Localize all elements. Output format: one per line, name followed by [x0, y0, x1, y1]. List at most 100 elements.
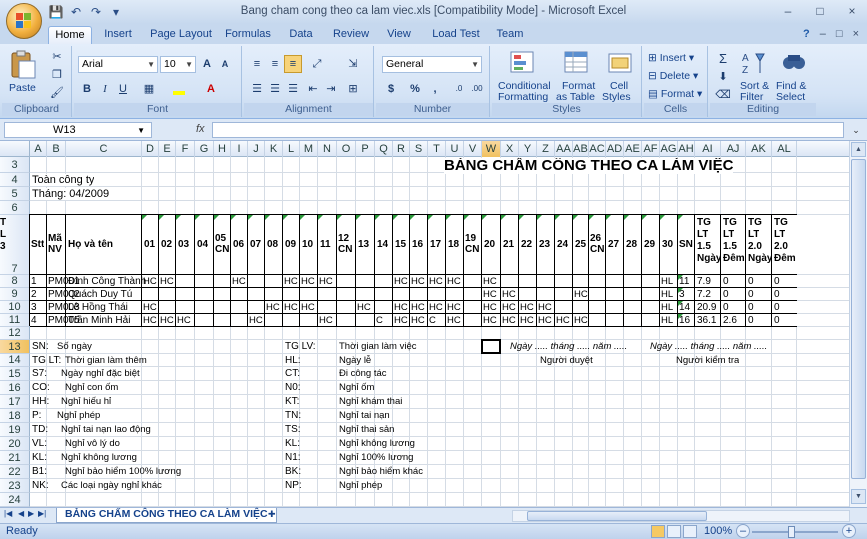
row-header-18[interactable]: 18	[0, 409, 30, 423]
percent-button[interactable]: %	[406, 80, 424, 98]
align-top-icon[interactable]: ≡	[248, 55, 266, 73]
number-format-combo[interactable]: General ▼	[382, 56, 482, 73]
column-header-n[interactable]: N	[318, 141, 337, 157]
paste-button[interactable]: Paste	[9, 82, 36, 94]
row-header-22[interactable]: 22	[0, 465, 30, 479]
row-header-15[interactable]: 15	[0, 367, 30, 381]
worksheet-grid[interactable]: A B C D E F G H I J K L M N O P Q R S T U V W X Y Z AA AB AC AD AE AF AG…	[0, 141, 867, 507]
column-header-ab[interactable]: AB	[573, 141, 589, 157]
vertical-scrollbar[interactable]: ▲ ▼	[849, 141, 867, 507]
column-header-ac[interactable]: AC	[589, 141, 606, 157]
active-cell[interactable]	[481, 339, 501, 354]
column-header-al[interactable]: AL	[772, 141, 797, 157]
column-header-ae[interactable]: AE	[624, 141, 642, 157]
wrap-text-icon[interactable]: ⇲	[344, 55, 362, 73]
borders-icon[interactable]: ▦	[140, 80, 158, 98]
page-layout-view-button[interactable]	[667, 525, 681, 538]
column-header-l[interactable]: L	[283, 141, 300, 157]
tab-home[interactable]: Home	[48, 26, 92, 44]
fill-color-icon[interactable]	[170, 80, 188, 98]
next-sheet-icon[interactable]: ▶	[28, 509, 34, 518]
zoom-slider-thumb[interactable]	[788, 526, 795, 538]
row-header-20[interactable]: 20	[0, 437, 30, 451]
column-header-ag[interactable]: AG	[660, 141, 678, 157]
column-header-g[interactable]: G	[195, 141, 214, 157]
align-right-icon[interactable]: ☰	[284, 80, 302, 98]
shrink-font-button[interactable]: A	[216, 55, 234, 73]
sheet-tab-active[interactable]: BẢNG CHẤM CÔNG THEO CA LÀM VIỆC	[56, 508, 277, 523]
row-header-3[interactable]: 3	[0, 157, 30, 173]
horizontal-scrollbar[interactable]	[512, 510, 850, 522]
column-header-f[interactable]: F	[176, 141, 195, 157]
tab-load-test[interactable]: Load Test	[428, 26, 484, 44]
autosum-button[interactable]: Σ	[714, 50, 732, 68]
row-header-8[interactable]: 8	[0, 275, 30, 288]
column-header-y[interactable]: Y	[519, 141, 537, 157]
office-button[interactable]	[6, 3, 42, 39]
tab-data[interactable]: Data	[284, 26, 318, 44]
column-header-q[interactable]: Q	[375, 141, 393, 157]
column-header-b[interactable]: B	[47, 141, 66, 157]
row-header-6[interactable]: 6	[0, 201, 30, 215]
zoom-level[interactable]: 100%	[704, 525, 732, 537]
fill-icon[interactable]: ⬇	[714, 68, 732, 86]
tab-page-layout[interactable]: Page Layout	[150, 26, 212, 44]
ribbon-minimize-button[interactable]: –	[820, 28, 826, 40]
tab-insert[interactable]: Insert	[98, 26, 138, 44]
column-header-m[interactable]: M	[300, 141, 318, 157]
column-header-ai[interactable]: AI	[695, 141, 721, 157]
column-header-aj[interactable]: AJ	[721, 141, 746, 157]
column-header-t[interactable]: T	[428, 141, 446, 157]
row-header-21[interactable]: 21	[0, 451, 30, 465]
insert-cells-button[interactable]: ⊞ Insert ▾	[648, 52, 694, 64]
row-header-23[interactable]: 23	[0, 479, 30, 493]
first-sheet-icon[interactable]: |◀	[4, 509, 12, 518]
zoom-out-button[interactable]: –	[736, 524, 750, 538]
conditional-formatting-icon[interactable]	[508, 49, 538, 77]
prev-sheet-icon[interactable]: ◀	[18, 509, 24, 518]
column-header-o[interactable]: O	[337, 141, 356, 157]
last-sheet-icon[interactable]: ▶|	[38, 509, 46, 518]
increase-indent-icon[interactable]: ⇥	[322, 80, 340, 98]
font-size-combo[interactable]: 10 ▼	[160, 56, 196, 73]
paste-icon[interactable]	[8, 50, 38, 79]
close-button[interactable]: ×	[843, 3, 861, 19]
row-header-16[interactable]: 16	[0, 381, 30, 395]
column-header-e[interactable]: E	[159, 141, 176, 157]
font-name-combo[interactable]: Arial ▼	[78, 56, 158, 73]
column-header-d[interactable]: D	[142, 141, 159, 157]
help-icon[interactable]: ?	[803, 28, 810, 40]
underline-button[interactable]: U	[114, 80, 132, 98]
zoom-in-button[interactable]: +	[842, 524, 856, 538]
format-painter-icon[interactable]: 🖌	[48, 84, 66, 102]
row-header-5[interactable]: 5	[0, 187, 30, 201]
column-header-r[interactable]: R	[393, 141, 410, 157]
clear-icon[interactable]: ⌫	[714, 86, 732, 104]
sort-filter-icon[interactable]: AZ	[740, 49, 770, 77]
row-header-19[interactable]: 19	[0, 423, 30, 437]
find-select-icon[interactable]	[780, 49, 810, 77]
column-header-c[interactable]: C	[66, 141, 142, 157]
row-header-12[interactable]: 12	[0, 327, 30, 340]
column-header-x[interactable]: X	[501, 141, 519, 157]
merge-center-icon[interactable]: ⊞	[344, 80, 362, 98]
column-header-v[interactable]: V	[464, 141, 482, 157]
column-header-ah[interactable]: AH	[678, 141, 695, 157]
column-header-s[interactable]: S	[410, 141, 428, 157]
row-header-17[interactable]: 17	[0, 395, 30, 409]
orientation-icon[interactable]: ⤢	[304, 55, 330, 73]
format-cells-button[interactable]: ▤ Format ▾	[648, 88, 702, 100]
column-header-p[interactable]: P	[356, 141, 375, 157]
align-left-icon[interactable]: ☰	[248, 80, 266, 98]
column-header-k[interactable]: K	[265, 141, 283, 157]
column-header-aa[interactable]: AA	[555, 141, 573, 157]
tab-view[interactable]: View	[384, 26, 414, 44]
align-center-icon[interactable]: ☰	[266, 80, 284, 98]
column-header-a[interactable]: A	[30, 141, 47, 157]
maximize-button[interactable]: □	[811, 3, 829, 19]
bold-button[interactable]: B	[78, 80, 96, 98]
row-header-14[interactable]: 14	[0, 354, 30, 367]
tab-team[interactable]: Team	[494, 26, 526, 44]
row-header-24[interactable]: 24	[0, 493, 30, 507]
row-header-10[interactable]: 10	[0, 301, 30, 314]
